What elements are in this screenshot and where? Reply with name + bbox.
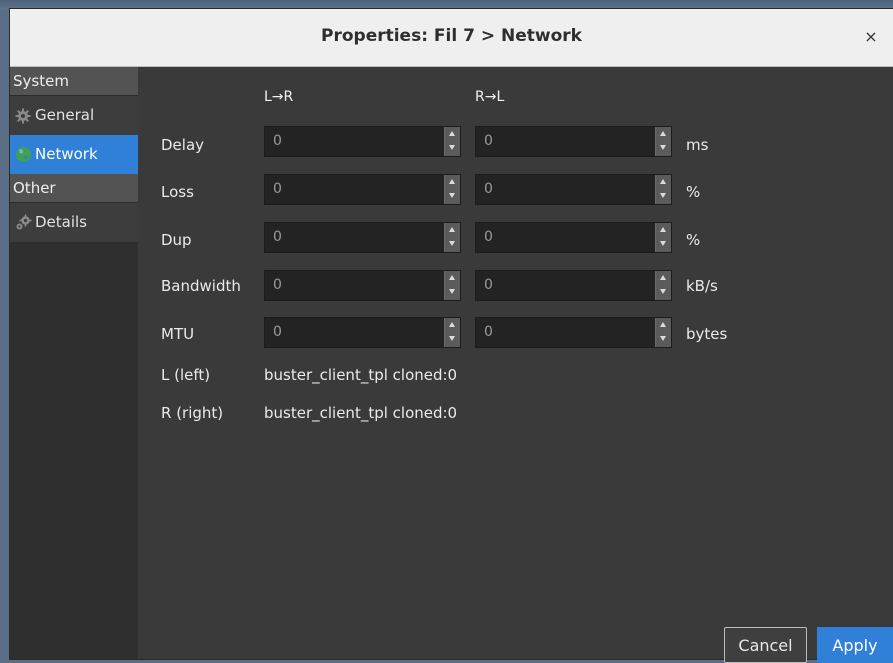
increment-arrow-icon[interactable] bbox=[445, 271, 460, 285]
bandwidth-rl-spinbox[interactable]: 0 bbox=[475, 270, 672, 301]
increment-arrow-icon[interactable] bbox=[445, 318, 460, 332]
delay-rl-value: 0 bbox=[484, 133, 493, 149]
bandwidth-lr-spinbox[interactable]: 0 bbox=[264, 270, 461, 301]
globe-icon bbox=[14, 146, 32, 164]
increment-arrow-icon[interactable] bbox=[656, 271, 671, 285]
decrement-arrow-icon[interactable] bbox=[445, 286, 460, 300]
increment-arrow-icon[interactable] bbox=[445, 175, 460, 189]
sidebar-item-label: General bbox=[35, 106, 95, 124]
delay-lr-value: 0 bbox=[273, 133, 282, 149]
loss-lr-value: 0 bbox=[273, 181, 282, 197]
sidebar-item-general[interactable]: General bbox=[10, 96, 138, 135]
cancel-button[interactable]: Cancel bbox=[724, 627, 807, 663]
mtu-label: MTU bbox=[161, 325, 195, 343]
spin-arrows bbox=[655, 175, 671, 204]
right-endpoint-value: buster_client_tpl cloned:0 bbox=[264, 404, 458, 422]
loss-lr-spinbox[interactable]: 0 bbox=[264, 174, 461, 205]
loss-rl-spinbox[interactable]: 0 bbox=[475, 174, 672, 205]
sidebar-section-system: System bbox=[10, 67, 138, 96]
increment-arrow-icon[interactable] bbox=[656, 127, 671, 141]
mtu-rl-spinbox[interactable]: 0 bbox=[475, 317, 672, 348]
title-bar: Properties: Fil 7 > Network × bbox=[10, 9, 893, 67]
delay-lr-spinbox[interactable]: 0 bbox=[264, 126, 461, 157]
mtu-rl-value: 0 bbox=[484, 324, 493, 340]
dup-rl-spinbox[interactable]: 0 bbox=[475, 222, 672, 253]
decrement-arrow-icon[interactable] bbox=[656, 286, 671, 300]
loss-label: Loss bbox=[161, 183, 194, 201]
sidebar-item-label: Network bbox=[35, 145, 98, 163]
increment-arrow-icon[interactable] bbox=[656, 175, 671, 189]
bandwidth-unit: kB/s bbox=[686, 277, 718, 295]
increment-arrow-icon[interactable] bbox=[445, 223, 460, 237]
dup-unit: % bbox=[686, 231, 701, 249]
spin-arrows bbox=[444, 318, 460, 347]
dup-rl-value: 0 bbox=[484, 229, 493, 245]
spin-arrows bbox=[655, 127, 671, 156]
loss-unit: % bbox=[686, 183, 701, 201]
decrement-arrow-icon[interactable] bbox=[445, 238, 460, 252]
sidebar: System General Network Other Details bbox=[10, 67, 138, 659]
decrement-arrow-icon[interactable] bbox=[656, 238, 671, 252]
apply-button[interactable]: Apply bbox=[817, 627, 893, 663]
increment-arrow-icon[interactable] bbox=[656, 223, 671, 237]
decrement-arrow-icon[interactable] bbox=[656, 333, 671, 347]
spin-arrows bbox=[444, 271, 460, 300]
properties-dialog: Properties: Fil 7 > Network × System Gen… bbox=[10, 9, 893, 663]
delay-unit: ms bbox=[686, 136, 709, 154]
decrement-arrow-icon[interactable] bbox=[656, 142, 671, 156]
spin-arrows bbox=[655, 271, 671, 300]
mtu-lr-spinbox[interactable]: 0 bbox=[264, 317, 461, 348]
spin-arrows bbox=[444, 175, 460, 204]
sidebar-item-details[interactable]: Details bbox=[10, 203, 138, 242]
dup-label: Dup bbox=[161, 231, 192, 249]
left-endpoint-value: buster_client_tpl cloned:0 bbox=[264, 366, 458, 384]
delay-rl-spinbox[interactable]: 0 bbox=[475, 126, 672, 157]
dup-lr-spinbox[interactable]: 0 bbox=[264, 222, 461, 253]
mtu-unit: bytes bbox=[686, 325, 728, 343]
decrement-arrow-icon[interactable] bbox=[656, 190, 671, 204]
column-header-rl: R→L bbox=[475, 89, 505, 105]
bandwidth-lr-value: 0 bbox=[273, 277, 282, 293]
increment-arrow-icon[interactable] bbox=[445, 127, 460, 141]
sidebar-item-label: Details bbox=[35, 213, 88, 231]
dialog-title: Properties: Fil 7 > Network bbox=[321, 26, 582, 46]
bandwidth-rl-value: 0 bbox=[484, 277, 493, 293]
loss-rl-value: 0 bbox=[484, 181, 493, 197]
dup-lr-value: 0 bbox=[273, 229, 282, 245]
sidebar-section-other: Other bbox=[10, 174, 138, 203]
spin-arrows bbox=[655, 318, 671, 347]
decrement-arrow-icon[interactable] bbox=[445, 142, 460, 156]
right-endpoint-label: R (right) bbox=[161, 404, 224, 422]
decrement-arrow-icon[interactable] bbox=[445, 190, 460, 204]
increment-arrow-icon[interactable] bbox=[656, 318, 671, 332]
network-panel: L→R R→L Delay 0 0 ms Loss 0 0 % Dup 0 0 … bbox=[138, 67, 893, 663]
gear-icon bbox=[14, 107, 32, 125]
delay-label: Delay bbox=[161, 136, 205, 154]
spin-arrows bbox=[444, 223, 460, 252]
gears-icon bbox=[14, 214, 32, 232]
column-header-lr: L→R bbox=[264, 89, 294, 105]
left-endpoint-label: L (left) bbox=[161, 366, 211, 384]
spin-arrows bbox=[655, 223, 671, 252]
close-icon[interactable]: × bbox=[861, 27, 881, 47]
spin-arrows bbox=[444, 127, 460, 156]
mtu-lr-value: 0 bbox=[273, 324, 282, 340]
bandwidth-label: Bandwidth bbox=[161, 277, 241, 295]
sidebar-item-network[interactable]: Network bbox=[10, 135, 138, 174]
decrement-arrow-icon[interactable] bbox=[445, 333, 460, 347]
